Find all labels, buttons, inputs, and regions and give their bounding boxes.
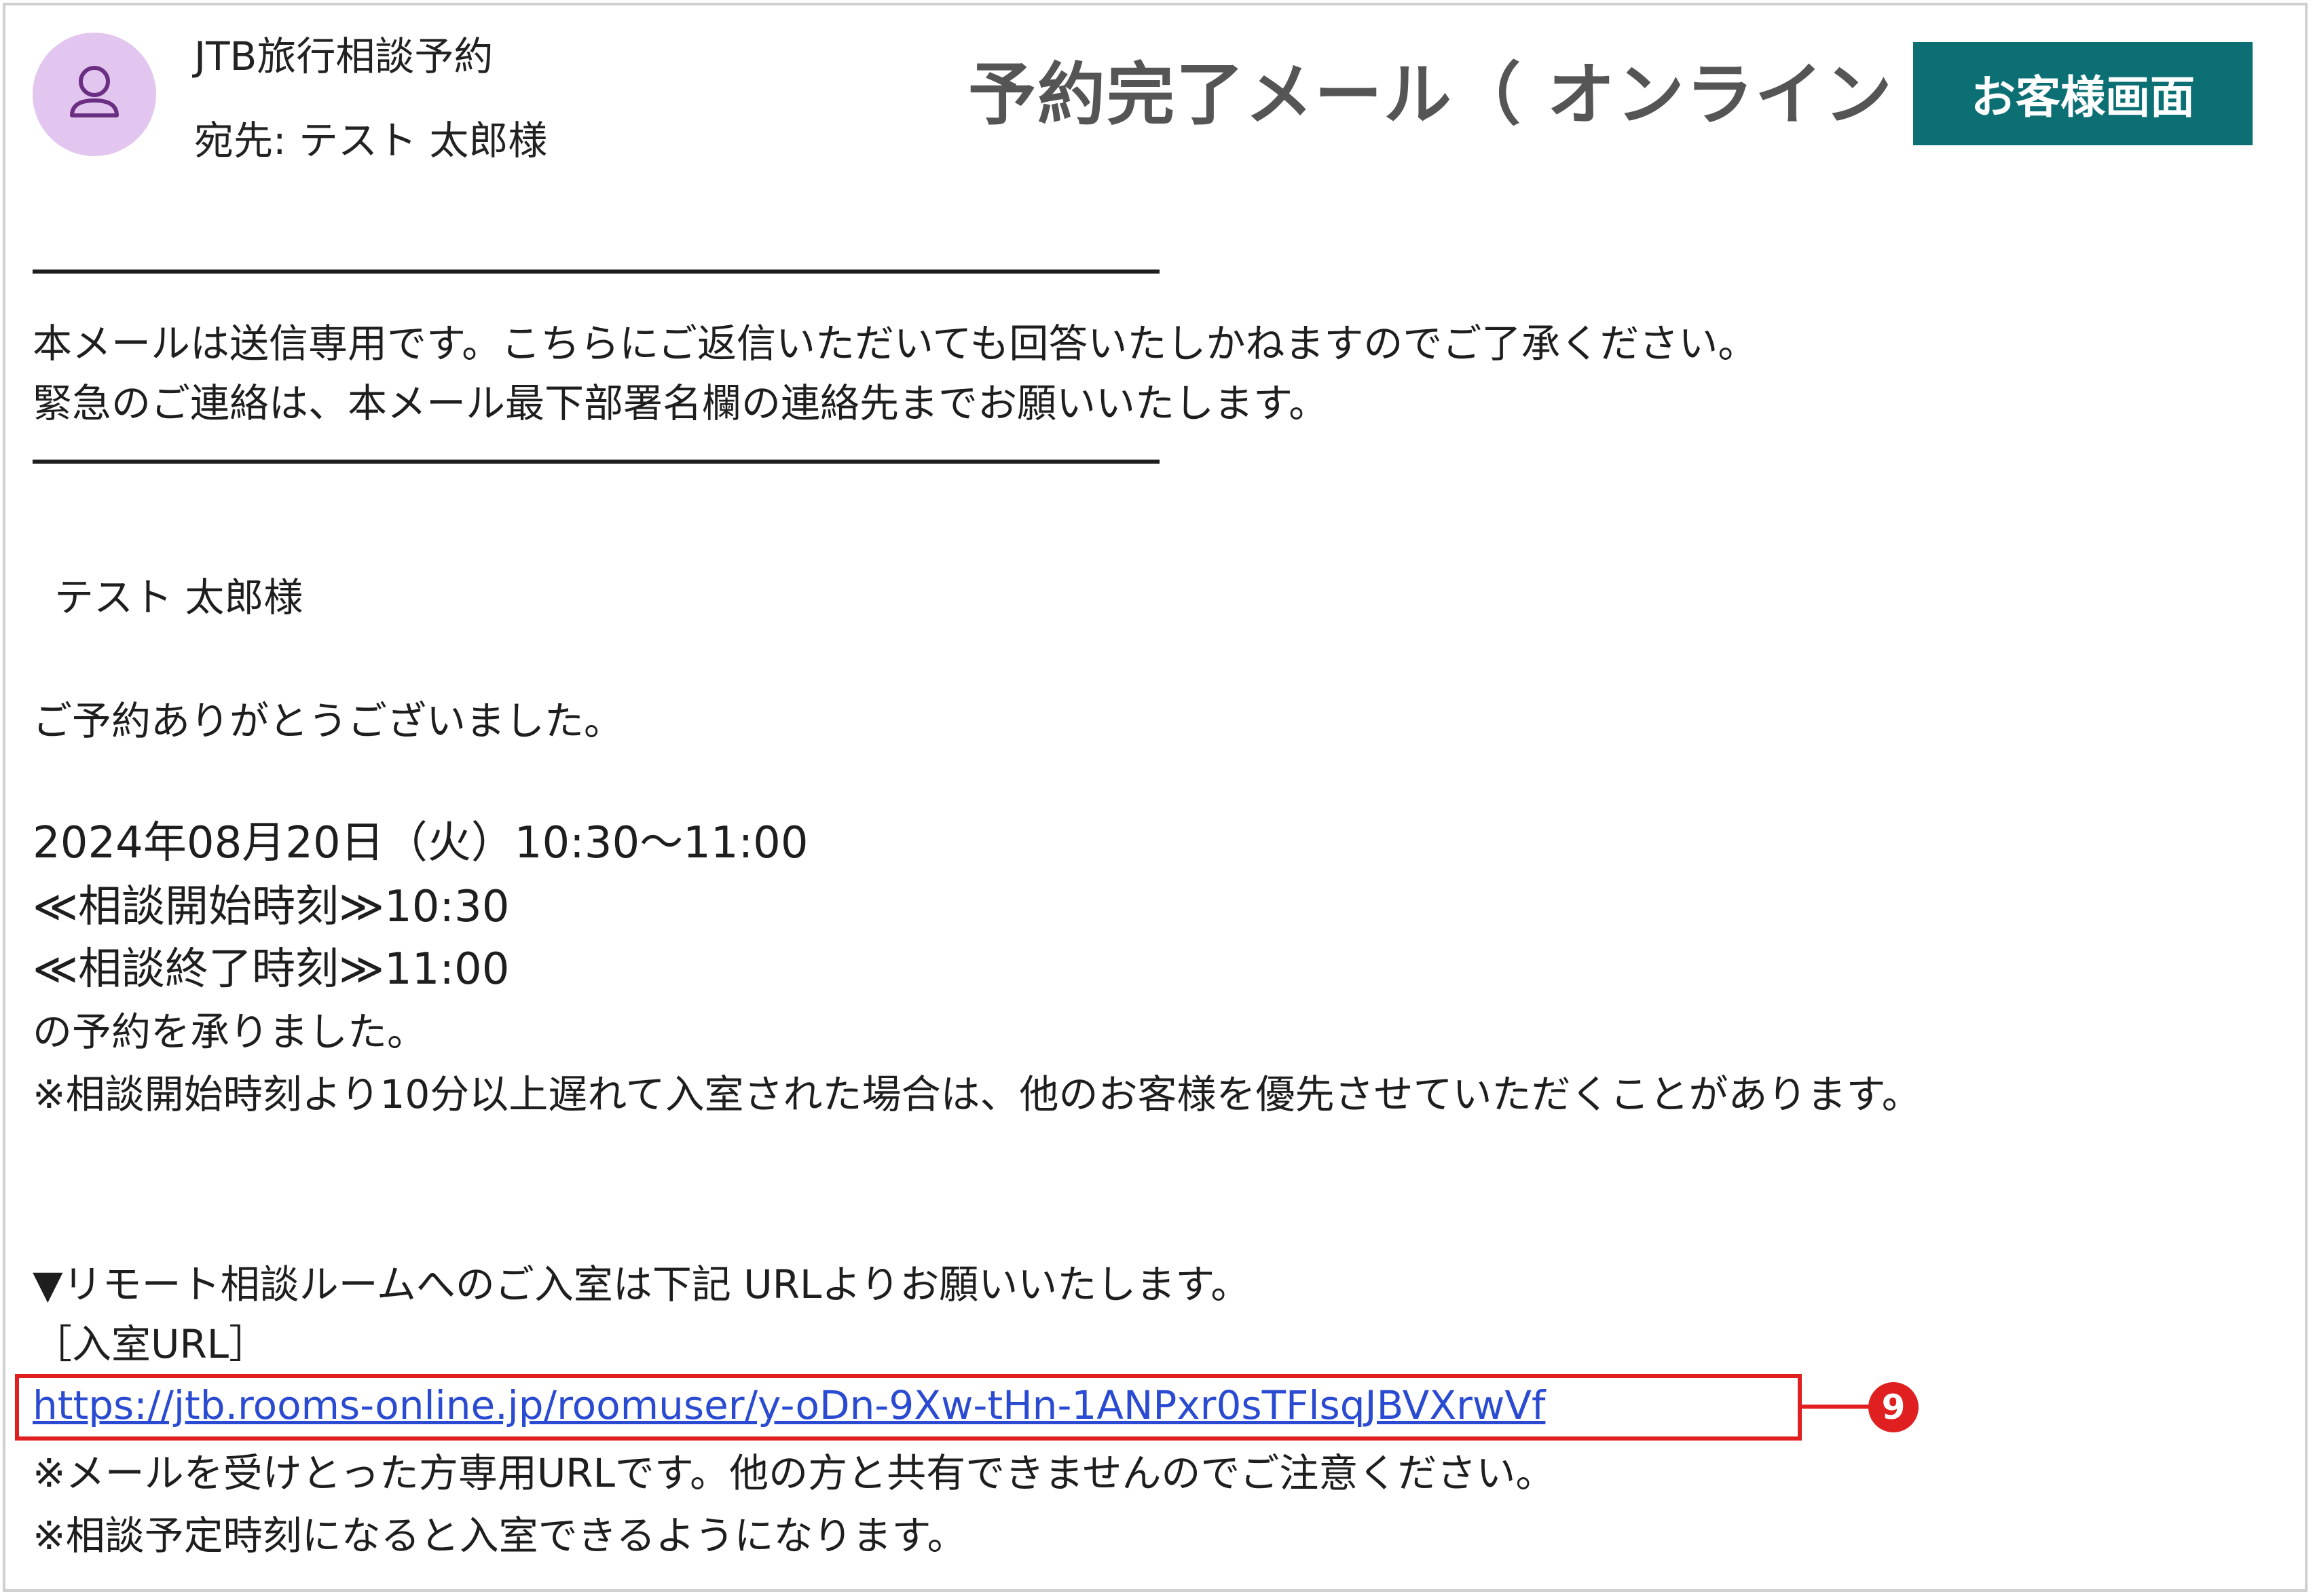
thanks-line: ご予約ありがとうございました。 [33,698,624,744]
email-frame [3,3,2308,1592]
reservation-datetime: 2024年08月20日（火）10:30〜11:00 [33,818,809,868]
recipient-line: 宛先: テスト 太郎様 [194,117,548,164]
callout-badge: 9 [1868,1382,1919,1432]
customer-screen-button[interactable]: お客様画面 [1913,42,2253,145]
divider-bottom [33,460,1160,464]
url-highlight-box [15,1374,1802,1441]
room-intro: ▼リモート相談ルームへのご入室は下記 URLよりお願いいたします。 [33,1261,1251,1307]
greeting-name: テスト 太郎様 [54,574,303,620]
notice-line-1: 本メールは送信専用です。こちらにご返信いただいても回答いたしかねますのでご了承く… [33,320,1758,367]
sender-name: JTB旅行相談予約 [194,33,494,79]
url-note: ※メールを受けとった方専用URLです。他の方と共有できませんのでご注意ください。 [33,1450,1555,1496]
accepted-line: の予約を承りました。 [33,1009,427,1055]
callout-connector [1802,1405,1870,1409]
end-time: ≪相談終了時刻≫11:00 [33,944,510,995]
sender-avatar [33,33,156,156]
time-note: ※相談予定時刻になると入室できるようになります。 [33,1513,967,1559]
start-time: ≪相談開始時刻≫10:30 [33,882,510,932]
person-icon [70,66,119,117]
notice-line-2: 緊急のご連絡は、本メール最下部署名欄の連絡先までお願いいたします。 [33,380,1329,426]
late-note: ※相談開始時刻より10分以上遅れて入室された場合は、他のお客様を優先させていただ… [33,1071,1921,1117]
page-title: 予約完了メール（ オンライン ） [968,55,1988,134]
url-label: ［入室URL］ [33,1321,269,1367]
divider-top [33,270,1160,274]
